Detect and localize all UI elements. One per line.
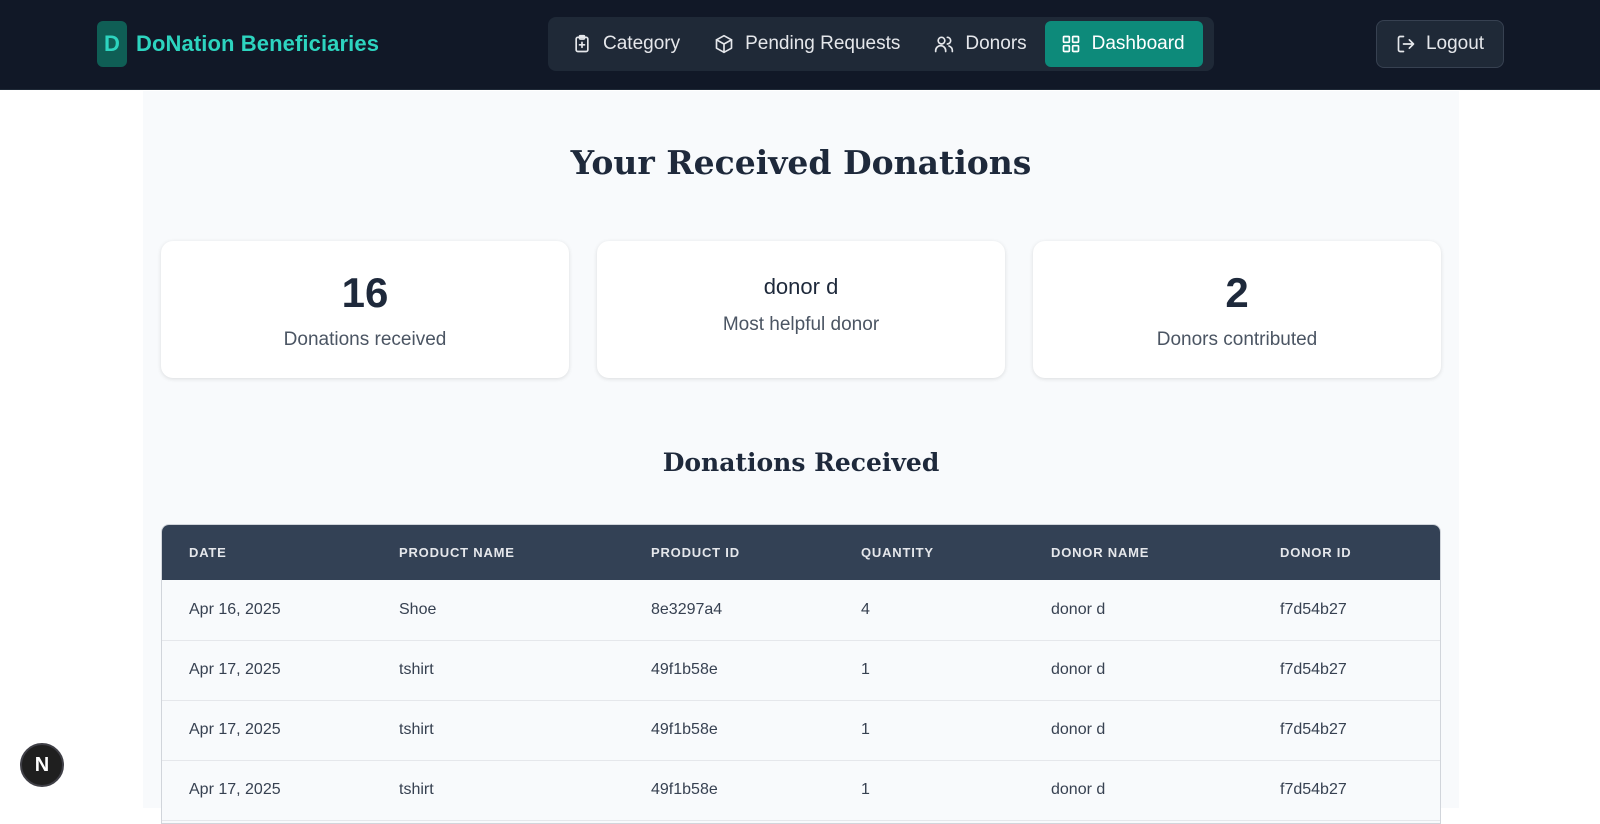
logout-label: Logout <box>1425 33 1485 54</box>
nextjs-dev-badge[interactable]: N <box>20 743 64 787</box>
clipboard-icon <box>572 34 592 54</box>
nav-item-label: Dashboard <box>1091 33 1185 54</box>
column-header-product-id[interactable]: Product ID <box>624 525 834 580</box>
cell-donor-id: f7d54b27 <box>1280 661 1347 678</box>
column-header-product-name[interactable]: Product Name <box>372 525 624 580</box>
cell-product-name: Shoe <box>399 600 437 618</box>
table-row[interactable]: Apr 17, 2025 tshirt 49f1b58e 1 donor d f… <box>162 760 1440 820</box>
stat-card-donations: 16 Donations received <box>161 241 569 378</box>
logout-icon <box>1396 34 1416 54</box>
cell-quantity: 4 <box>861 600 870 618</box>
logout-button[interactable]: Logout <box>1376 20 1504 68</box>
nav-item-donors[interactable]: Donors <box>918 21 1044 67</box>
table-header-row: Date Product Name Product ID Quantity Do… <box>162 525 1440 580</box>
cell-product-name: tshirt <box>399 781 434 798</box>
cell-product-name: tshirt <box>399 721 434 738</box>
dashboard-icon <box>1061 34 1081 54</box>
cell-quantity: 1 <box>861 781 870 798</box>
column-header-donor-id[interactable]: Donor ID <box>1253 525 1440 580</box>
cell-donor-name: donor d <box>1051 661 1106 678</box>
nav-item-label: Donors <box>965 33 1027 54</box>
column-header-donor-name[interactable]: Donor Name <box>1024 525 1253 580</box>
table-row[interactable]: Apr 17, 2025 tshirt 49f1b58e 1 donor d f… <box>162 700 1440 760</box>
stat-card-top-donor: donor d Most helpful donor <box>597 241 1005 378</box>
users-icon <box>934 34 954 54</box>
cell-date: Apr 16, 2025 <box>189 600 281 618</box>
cell-date: Apr 17, 2025 <box>189 661 281 678</box>
top-navbar: D DoNation Beneficiaries Category Pendin… <box>0 0 1600 90</box>
main-content: Your Received Donations 16 Donations rec… <box>143 91 1459 824</box>
cell-product-name: tshirt <box>399 661 434 678</box>
brand-name: DoNation Beneficiaries <box>136 31 380 56</box>
column-header-quantity[interactable]: Quantity <box>834 525 1024 580</box>
donations-count-label: Donations received <box>283 329 447 350</box>
nextjs-logo-letter: N <box>34 753 50 776</box>
cell-date: Apr 17, 2025 <box>189 721 281 738</box>
cell-product-id: 49f1b58e <box>651 781 718 798</box>
brand-badge: D <box>97 21 127 67</box>
column-header-date[interactable]: Date <box>162 525 372 580</box>
cell-product-id: 49f1b58e <box>651 661 718 678</box>
top-donor-name: donor d <box>763 274 839 299</box>
top-donor-label: Most helpful donor <box>722 314 880 335</box>
cell-donor-name: donor d <box>1051 781 1106 798</box>
cell-quantity: 1 <box>861 721 870 738</box>
package-icon <box>714 34 734 54</box>
cell-product-id: 49f1b58e <box>651 721 718 738</box>
brand-logo[interactable]: D DoNation Beneficiaries <box>97 21 379 67</box>
cell-donor-id: f7d54b27 <box>1280 721 1347 738</box>
nav-item-category[interactable]: Category <box>556 21 698 67</box>
nav-item-pending-requests[interactable]: Pending Requests <box>698 21 918 67</box>
section-title: Donations Received <box>662 448 940 477</box>
nav-item-dashboard[interactable]: Dashboard <box>1044 21 1203 67</box>
donors-count: 2 <box>1225 269 1249 316</box>
cell-donor-name: donor d <box>1051 600 1106 618</box>
page-title: Your Received Donations <box>570 143 1032 182</box>
cell-quantity: 1 <box>861 661 870 678</box>
table-row[interactable]: Apr 16, 2025 Shoe 8e3297a4 4 donor d f7d… <box>162 580 1440 640</box>
cell-donor-name: donor d <box>1051 721 1106 738</box>
cell-donor-id: f7d54b27 <box>1280 781 1347 798</box>
cell-product-id: 8e3297a4 <box>651 600 723 618</box>
cell-donor-id: f7d54b27 <box>1280 600 1347 618</box>
nav-item-label: Pending Requests <box>745 33 901 54</box>
donors-count-label: Donors contributed <box>1156 329 1318 350</box>
donations-count: 16 <box>341 269 389 316</box>
nav-item-label: Category <box>603 33 681 54</box>
donations-table: Date Product Name Product ID Quantity Do… <box>161 524 1441 824</box>
main-nav: Category Pending Requests Donors Dashboa… <box>548 17 1214 71</box>
table-row[interactable]: Apr 17, 2025 tshirt 49f1b58e 1 donor d f… <box>162 640 1440 700</box>
stat-card-donors: 2 Donors contributed <box>1033 241 1441 378</box>
cell-date: Apr 17, 2025 <box>189 781 281 798</box>
